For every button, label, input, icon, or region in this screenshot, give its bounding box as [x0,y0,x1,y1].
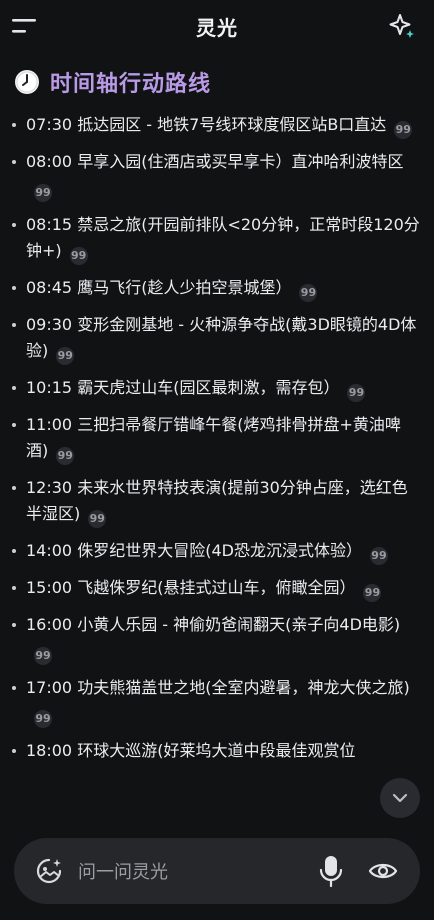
timeline-item: 16:00 小黄人乐园 - 神偷奶爸闹翻天(亲子向4D电影) 99 [0,612,434,665]
chat-input[interactable]: 问一问灵光 [78,858,316,884]
timeline-item-text: 12:30 未来水世界特技表演(提前30分钟占座，选红色半湿区) [26,478,408,523]
clock-icon [15,70,39,94]
quote-icon[interactable]: 99 [56,347,75,365]
timeline-item: 08:45 鹰马飞行(趁人少拍空景城堡） 99 [0,275,434,302]
timeline-item-text: 18:00 环球大巡游(好莱坞大道中段最佳观赏位 [26,741,356,760]
timeline-item: 08:15 禁忌之旅(开园前排队<20分钟，正常时段120分钟+) 99 [0,212,434,265]
app-title: 灵光 [196,15,238,40]
chevron-down-icon [392,793,408,803]
timeline-item-text: 10:15 霸天虎过山车(园区最刺激，需存包） [26,378,340,397]
timeline-item: 17:00 功夫熊猫盖世之地(全室内避暑，神龙大侠之旅) 99 [0,675,434,728]
quote-icon[interactable]: 99 [363,584,382,602]
section-title: 时间轴行动路线 [50,72,212,97]
timeline-item-text: 14:00 侏罗纪世界大冒险(4D恐龙沉浸式体验） [26,541,362,560]
timeline-item-text: 07:30 抵达园区 - 地铁7号线环球度假区站B口直达 [26,115,387,134]
timeline-item: 12:30 未来水世界特技表演(提前30分钟占座，选红色半湿区) 99 [0,475,434,528]
chat-input-bar[interactable]: 问一问灵光 [14,838,420,904]
quote-icon[interactable]: 99 [394,121,413,139]
quote-icon[interactable]: 99 [56,447,75,465]
sparkle-icon[interactable] [388,12,416,40]
timeline-item-text: 09:30 变形金刚基地 - 火种源争夺战(戴3D眼镜的4D体验) [26,315,417,360]
section-heading: 时间轴行动路线 [14,66,211,98]
quote-icon[interactable]: 99 [347,384,366,402]
timeline-item-text: 08:45 鹰马飞行(趁人少拍空景城堡） [26,278,292,297]
timeline-item: 07:30 抵达园区 - 地铁7号线环球度假区站B口直达 99 [0,112,434,139]
eye-icon[interactable] [368,856,398,886]
quote-icon[interactable]: 99 [369,547,388,565]
timeline-item: 11:00 三把扫帚餐厅错峰午餐(烤鸡排骨拼盘+黄油啤酒) 99 [0,412,434,465]
quote-icon[interactable]: 99 [69,247,88,265]
timeline-item-text: 08:00 早享入园(住酒店或买早享卡）直冲哈利波特区 [26,152,404,171]
quote-icon[interactable]: 99 [34,184,52,202]
timeline-item-text: 11:00 三把扫帚餐厅错峰午餐(烤鸡排骨拼盘+黄油啤酒) [26,415,401,460]
top-bar: 灵光 [0,0,434,52]
microphone-icon[interactable] [316,853,346,889]
timeline-item: 10:15 霸天虎过山车(园区最刺激，需存包） 99 [0,375,434,402]
quote-icon[interactable]: 99 [299,284,318,302]
quote-icon[interactable]: 99 [34,647,52,665]
timeline-item-text: 17:00 功夫熊猫盖世之地(全室内避暑，神龙大侠之旅) [26,678,410,697]
timeline-item-text: 16:00 小黄人乐园 - 神偷奶爸闹翻天(亲子向4D电影) [26,615,401,634]
menu-icon[interactable] [12,16,38,36]
timeline-list: 07:30 抵达园区 - 地铁7号线环球度假区站B口直达 99 08:00 早享入… [0,112,434,824]
timeline-item: 15:00 飞越侏罗纪(悬挂式过山车，俯瞰全园） 99 [0,575,434,602]
quote-icon[interactable]: 99 [88,510,107,528]
timeline-item: 14:00 侏罗纪世界大冒险(4D恐龙沉浸式体验） 99 [0,538,434,565]
timeline-item: 09:30 变形金刚基地 - 火种源争夺战(戴3D眼镜的4D体验) 99 [0,312,434,365]
timeline-item: 08:00 早享入园(住酒店或买早享卡）直冲哈利波特区 99 [0,149,434,202]
timeline-item-text: 15:00 飞越侏罗纪(悬挂式过山车，俯瞰全园） [26,578,356,597]
scroll-down-button[interactable] [380,778,420,818]
image-sparkle-icon[interactable] [34,856,64,886]
quote-icon[interactable]: 99 [34,710,52,728]
timeline-item: 18:00 环球大巡游(好莱坞大道中段最佳观赏位 [0,738,434,764]
scroll-fade [0,780,434,830]
